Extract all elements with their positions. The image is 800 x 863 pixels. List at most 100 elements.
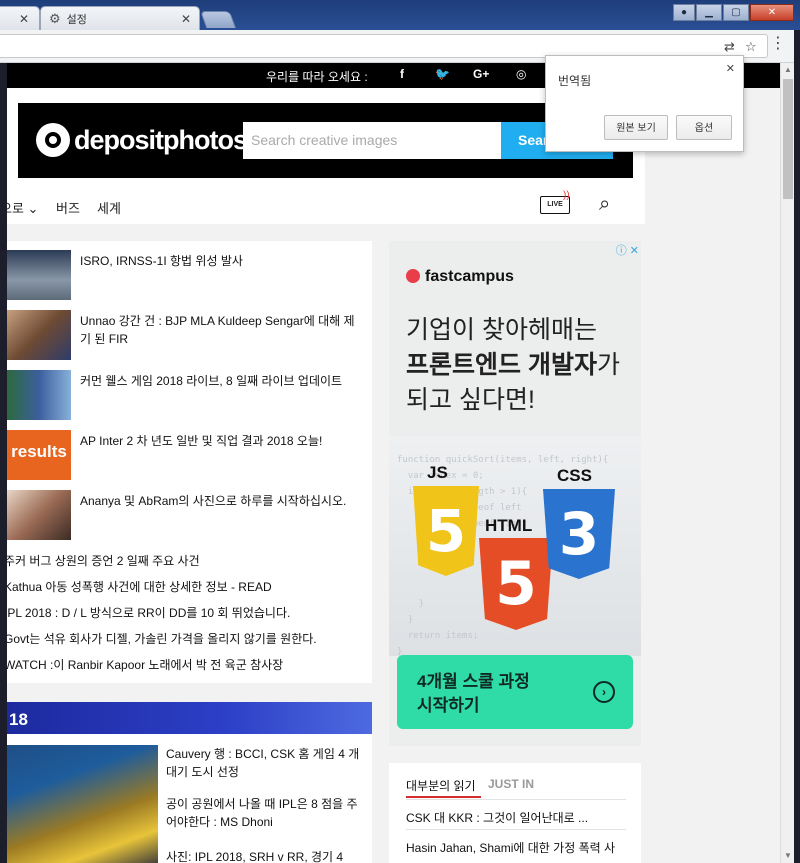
show-original-button[interactable]: 원본 보기 — [604, 115, 668, 140]
ad-headline: 기업이 찾아헤매는 프론트엔드 개발자가 되고 싶다면! — [406, 313, 636, 418]
news-title[interactable]: AP Inter 2 차 년도 일반 및 직업 결과 2018 오늘! — [80, 432, 360, 450]
tab-close-icon[interactable]: ✕ — [181, 12, 191, 26]
js-icon: 5 — [413, 486, 479, 576]
html5-icon: 5 — [479, 538, 553, 630]
most-read-panel: 대부분의 읽기 JUST IN CSK 대 KKR : 그것이 일어난대로 ..… — [389, 763, 641, 863]
window-controls: ● ▁ ▢ ✕ — [673, 4, 794, 21]
news-thumbnail — [7, 370, 71, 420]
fastcampus-logo-icon — [406, 269, 420, 283]
divider — [406, 799, 626, 800]
text-headline[interactable]: 주커 버그 상원의 증언 2 일째 주요 사건 — [7, 552, 200, 569]
tab-close-icon[interactable]: ✕ — [19, 12, 29, 26]
nav-item-world[interactable]: 세계 — [97, 198, 121, 217]
close-icon[interactable]: ✕ — [726, 62, 735, 75]
ad-cta-button[interactable]: 4개월 스쿨 과정 시작하기 › — [397, 655, 633, 729]
profile-icon[interactable]: ● — [673, 4, 695, 21]
css-label: CSS — [557, 466, 592, 485]
ad-headline-suffix: 가 — [596, 351, 620, 379]
list-item[interactable]: Hasin Jahan, Shami에 대한 가정 폭력 사 — [406, 839, 615, 856]
close-window-button[interactable]: ✕ — [750, 4, 794, 21]
nav-item-more[interactable]: 으로 ⌄ — [7, 198, 38, 217]
ad-brand: fastcampus — [406, 268, 514, 286]
minimize-button[interactable]: ▁ — [696, 4, 722, 21]
text-headline[interactable]: IPL 2018 : D / L 방식으로 RR이 DD를 10 회 뛰었습니다… — [7, 604, 290, 621]
arrow-right-icon: › — [593, 681, 615, 703]
list-item[interactable]: 커먼 웰스 게임 2018 라이브, 8 일째 라이브 업데이트 — [7, 370, 372, 425]
instagram-icon[interactable]: ◎ — [516, 67, 526, 81]
twitter-icon[interactable]: 🐦 — [435, 67, 450, 81]
search-icon[interactable]: ⌕ — [599, 193, 610, 216]
tab-first[interactable]: ✕ — [0, 6, 40, 30]
news-title[interactable]: 커먼 웰스 게임 2018 라이브, 8 일째 라이브 업데이트 — [80, 372, 360, 390]
tab-settings[interactable]: ⚙ 설정 ✕ — [40, 6, 200, 30]
translate-icon[interactable]: ⇄ — [724, 39, 735, 55]
list-item[interactable]: Unnao 강간 건 : BJP MLA Kuldeep Sengar에 대해 … — [7, 310, 372, 365]
browser-window: ✕ ⚙ 설정 ✕ ● ▁ ▢ ✕ ⇄ ☆ ⋮ 우리를 따라 오세요 : f 🐦 … — [0, 0, 800, 863]
translate-bubble: 번역됨 ✕ 원본 보기 옵션 — [545, 55, 744, 152]
translate-bubble-title: 번역됨 — [558, 74, 592, 88]
ipl-photo[interactable] — [7, 745, 158, 863]
ad-cta-text: 4개월 스쿨 과정 시작하기 — [417, 670, 530, 718]
list-item[interactable]: CSK 대 KKR : 그것이 일어난대로 ... — [406, 809, 588, 826]
news-thumbnail — [7, 490, 71, 540]
star-icon[interactable]: ☆ — [745, 39, 757, 55]
news-title[interactable]: ISRO, IRNSS-1I 항법 위성 발사 — [80, 252, 360, 270]
follow-label: 우리를 따라 오세요 : — [266, 70, 368, 84]
ipl-panel: 18 Cauvery 행 : BCCI, CSK 홈 게임 4 개 대기 도시 … — [7, 702, 372, 863]
scroll-up-icon[interactable]: ▲ — [781, 63, 795, 77]
list-item[interactable]: results AP Inter 2 차 년도 일반 및 직업 결과 2018 … — [7, 430, 372, 485]
facebook-icon[interactable]: f — [400, 67, 404, 81]
tab-most-read[interactable]: 대부분의 읽기 — [406, 777, 476, 794]
scroll-down-icon[interactable]: ▼ — [781, 849, 795, 863]
window-border — [794, 30, 800, 863]
news-title[interactable]: Unnao 강간 건 : BJP MLA Kuldeep Sengar에 대해 … — [80, 312, 360, 348]
ad-banner-depositphotos[interactable]: depositphotos Search creative images Sea… — [18, 103, 633, 178]
tab-just-in[interactable]: JUST IN — [488, 777, 534, 791]
js-label: JS — [427, 463, 448, 482]
tab-strip: ✕ ⚙ 설정 ✕ ● ▁ ▢ ✕ — [0, 0, 800, 30]
ad-headline-bold: 프론트엔드 개발자 — [406, 351, 597, 379]
banner-logo-text: depositphotos — [74, 125, 248, 155]
ad-headline-line1: 기업이 찾아헤매는 — [406, 316, 597, 344]
news-thumbnail — [7, 250, 71, 300]
list-item[interactable]: 공이 공원에서 나올 때 IPL은 8 점을 주어야한다 : MS Dhoni — [166, 795, 361, 831]
active-tab-underline — [406, 796, 481, 798]
text-headline[interactable]: WATCH :이 Ranbir Kapoor 노래에서 박 전 육군 참사장 — [7, 656, 283, 673]
page-viewport: 우리를 따라 오세요 : f 🐦 G+ ◎ depositphotos Sear… — [7, 63, 780, 863]
list-item[interactable]: 사진: IPL 2018, SRH v RR, 경기 4 — [166, 848, 361, 863]
list-item[interactable]: Ananya 및 AbRam의 사진으로 하루를 시작하십시오. — [7, 490, 372, 545]
translate-options-button[interactable]: 옵션 — [676, 115, 732, 140]
text-headline[interactable]: Kathua 아동 성폭행 사건에 대한 상세한 정보 - READ — [7, 578, 272, 595]
ipl-header[interactable]: 18 — [7, 702, 372, 734]
nav-item-buzz[interactable]: 버즈 — [56, 198, 80, 217]
gear-icon: ⚙ — [49, 10, 61, 26]
maximize-button[interactable]: ▢ — [723, 4, 749, 21]
live-signal-icon: )) — [563, 190, 570, 201]
ad-cta-line1: 4개월 스쿨 과정 — [417, 672, 530, 691]
ad-headline-line2: 프론트엔드 개발자가 — [406, 348, 636, 383]
ad-brand-text: fastcampus — [425, 268, 514, 285]
news-title[interactable]: Ananya 및 AbRam의 사진으로 하루를 시작하십시오. — [80, 492, 360, 510]
main-nav: 으로 ⌄ 버즈 세계 LIVE )) ⌕ — [7, 190, 645, 224]
divider — [406, 829, 626, 830]
browser-menu-icon[interactable]: ⋮ — [770, 36, 786, 52]
tab-label: 설정 — [66, 13, 87, 26]
css3-icon: 3 — [543, 489, 615, 579]
ad-headline-line3: 되고 싶다면! — [406, 386, 535, 414]
depositphotos-logo-icon — [36, 123, 70, 157]
ad-cta-line2: 시작하기 — [417, 696, 480, 715]
banner-search-input[interactable]: Search creative images — [243, 122, 501, 159]
google-plus-icon[interactable]: G+ — [473, 67, 489, 81]
scrollbar-thumb[interactable] — [783, 79, 793, 199]
html-label: HTML — [485, 516, 533, 535]
fastcampus-ad[interactable]: ⓘ ✕ fastcampus 기업이 찾아헤매는 프론트엔드 개발자가 되고 싶… — [389, 241, 641, 746]
ad-info-icon[interactable]: ⓘ ✕ — [616, 242, 639, 258]
news-thumbnail: results — [7, 430, 71, 480]
list-item[interactable]: Cauvery 행 : BCCI, CSK 홈 게임 4 개 대기 도시 선정 — [166, 745, 361, 781]
list-item[interactable]: ISRO, IRNSS-1I 항법 위성 발사 — [7, 250, 372, 305]
page-scrollbar[interactable]: ▲ ▼ — [780, 63, 795, 863]
text-headline[interactable]: Govt는 석유 회사가 디젤, 가솔린 가격을 올리지 않기를 원한다. — [7, 630, 317, 647]
new-tab-button[interactable] — [199, 11, 237, 28]
news-list-panel: ISRO, IRNSS-1I 항법 위성 발사 Unnao 강간 건 : BJP… — [7, 241, 372, 683]
news-thumbnail — [7, 310, 71, 360]
